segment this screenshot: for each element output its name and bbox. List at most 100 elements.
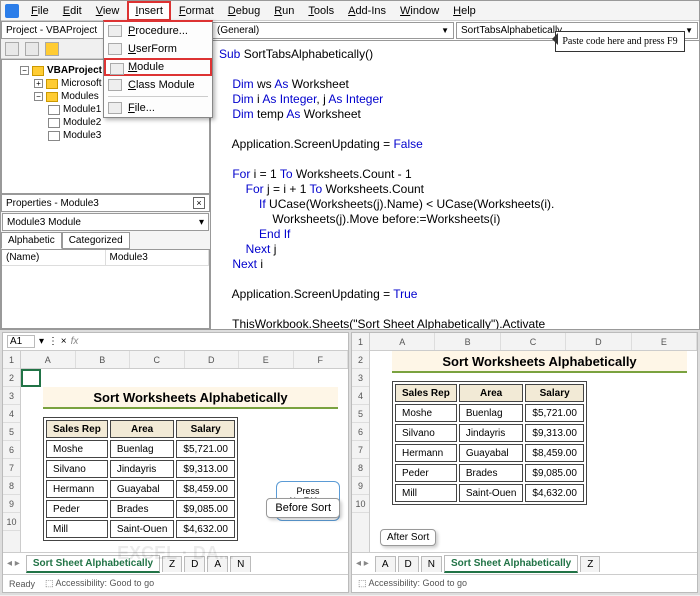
row-header[interactable]: 1	[352, 333, 369, 351]
menu-run[interactable]: Run	[268, 3, 300, 19]
insert-menu-file[interactable]: File...	[104, 99, 212, 117]
sheet-tab[interactable]: A	[375, 556, 396, 572]
insert-menu-procedure[interactable]: Procedure...	[104, 22, 212, 40]
col-header[interactable]: C	[501, 333, 566, 350]
code-line	[219, 122, 691, 137]
sheet-tab[interactable]: N	[230, 556, 251, 572]
menu-format[interactable]: Format	[173, 3, 220, 19]
row-header[interactable]: 10	[3, 513, 20, 531]
row-header[interactable]: 7	[3, 459, 20, 477]
sheet-tab[interactable]: D	[184, 556, 205, 572]
sheet-tab[interactable]: Sort Sheet Alphabetically	[444, 555, 578, 573]
menu-tools[interactable]: Tools	[302, 3, 340, 19]
row-headers[interactable]: 12345678910	[352, 333, 370, 552]
modules-node[interactable]: Modules	[61, 91, 99, 102]
sheet-tab[interactable]: A	[207, 556, 228, 572]
row-header[interactable]: 6	[3, 441, 20, 459]
row-header[interactable]: 10	[352, 495, 369, 513]
menu-view[interactable]: View	[90, 3, 126, 19]
row-header[interactable]: 2	[352, 351, 369, 369]
collapse-icon[interactable]: −	[20, 66, 29, 75]
code-line: Dim ws As Worksheet	[219, 77, 691, 92]
excel-comparison: A1 ▾ ⋮ × fx 12345678910 ABCDEF Sort Work…	[0, 330, 700, 595]
code-line	[219, 62, 691, 77]
after-sort-label: After Sort	[380, 529, 436, 546]
close-icon[interactable]: ×	[193, 197, 205, 209]
row-header[interactable]: 2	[3, 369, 20, 387]
object-combo[interactable]: (General)▼	[212, 22, 454, 39]
module-module3[interactable]: Module3	[48, 129, 205, 142]
cells-area[interactable]: ABCDE Sort Worksheets Alphabetically Sal…	[370, 333, 697, 552]
cells-area[interactable]: ABCDEF Sort Worksheets Alphabetically Sa…	[21, 351, 348, 552]
column-headers[interactable]: ABCDEF	[21, 351, 348, 369]
row-header[interactable]: 3	[3, 387, 20, 405]
col-header[interactable]: B	[435, 333, 500, 350]
row-header[interactable]: 5	[352, 405, 369, 423]
sheet-tab[interactable]: Sort Sheet Alphabetically	[26, 555, 160, 573]
code-editor[interactable]: Sub SortTabsAlphabetically() Dim ws As W…	[211, 41, 699, 329]
view-object-icon[interactable]	[25, 42, 39, 56]
tab-nav-arrows[interactable]: ◂ ▸	[7, 558, 20, 569]
row-header[interactable]: 3	[352, 369, 369, 387]
prop-name-value[interactable]: Module3	[106, 250, 210, 265]
menu-window[interactable]: Window	[394, 3, 445, 19]
code-line: Dim temp As Worksheet	[219, 107, 691, 122]
active-cell[interactable]	[21, 369, 41, 387]
menu-insert[interactable]: Insert	[127, 1, 171, 21]
dropdown-icon[interactable]: ▾	[39, 336, 44, 347]
menu-add-ins[interactable]: Add-Ins	[342, 3, 392, 19]
view-code-icon[interactable]	[5, 42, 19, 56]
col-header[interactable]: D	[566, 333, 631, 350]
sheet-tab[interactable]: D	[398, 556, 419, 572]
row-header[interactable]: 8	[352, 459, 369, 477]
expand-icon[interactable]: +	[34, 79, 43, 88]
fx-icon[interactable]: fx	[71, 336, 79, 347]
tab-categorized[interactable]: Categorized	[62, 232, 130, 249]
row-header[interactable]: 5	[3, 423, 20, 441]
menu-help[interactable]: Help	[447, 3, 482, 19]
project-icon	[32, 66, 44, 76]
insert-menu-classmodule[interactable]: Class Module	[104, 76, 212, 94]
row-header[interactable]: 6	[352, 423, 369, 441]
table-header: Sales Rep	[395, 384, 457, 402]
col-header[interactable]: E	[632, 333, 697, 350]
column-headers[interactable]: ABCDE	[370, 333, 697, 351]
module-icon	[48, 105, 60, 115]
properties-pane: Properties - Module3 × Module3 Module▾ A…	[1, 194, 210, 329]
insert-menu-module[interactable]: Module	[104, 58, 212, 76]
col-header[interactable]: C	[130, 351, 185, 368]
col-header[interactable]: A	[370, 333, 435, 350]
folder-icon[interactable]	[45, 42, 59, 56]
row-header[interactable]: 9	[352, 477, 369, 495]
col-header[interactable]: A	[21, 351, 76, 368]
code-line: Worksheets(j).Move before:=Worksheets(i)	[219, 212, 691, 227]
code-line: If UCase(Worksheets(j).Name) < UCase(Wor…	[219, 197, 691, 212]
sheet-tab[interactable]: Z	[580, 556, 600, 572]
properties-grid[interactable]: (Name)Module3	[1, 249, 210, 329]
row-header[interactable]: 1	[3, 351, 20, 369]
collapse-icon[interactable]: −	[34, 92, 43, 101]
folder-icon	[46, 79, 58, 89]
properties-title: Properties - Module3 ×	[1, 194, 210, 212]
col-header[interactable]: F	[294, 351, 349, 368]
tab-nav-arrows[interactable]: ◂ ▸	[356, 558, 369, 569]
properties-object-combo[interactable]: Module3 Module▾	[2, 213, 209, 231]
col-header[interactable]: B	[76, 351, 131, 368]
sheet-tab[interactable]: Z	[162, 556, 182, 572]
row-header[interactable]: 4	[3, 405, 20, 423]
table-row: PederBrades9,085.00	[395, 464, 584, 482]
menu-debug[interactable]: Debug	[222, 3, 266, 19]
row-header[interactable]: 7	[352, 441, 369, 459]
col-header[interactable]: E	[239, 351, 294, 368]
row-header[interactable]: 4	[352, 387, 369, 405]
tab-alphabetic[interactable]: Alphabetic	[1, 232, 62, 249]
col-header[interactable]: D	[185, 351, 240, 368]
insert-menu-userform[interactable]: UserForm	[104, 40, 212, 58]
menu-file[interactable]: File	[25, 3, 55, 19]
name-box[interactable]: A1	[7, 335, 35, 348]
sheet-tab[interactable]: N	[421, 556, 442, 572]
row-headers[interactable]: 12345678910	[3, 351, 21, 552]
menu-edit[interactable]: Edit	[57, 3, 88, 19]
row-header[interactable]: 9	[3, 495, 20, 513]
row-header[interactable]: 8	[3, 477, 20, 495]
